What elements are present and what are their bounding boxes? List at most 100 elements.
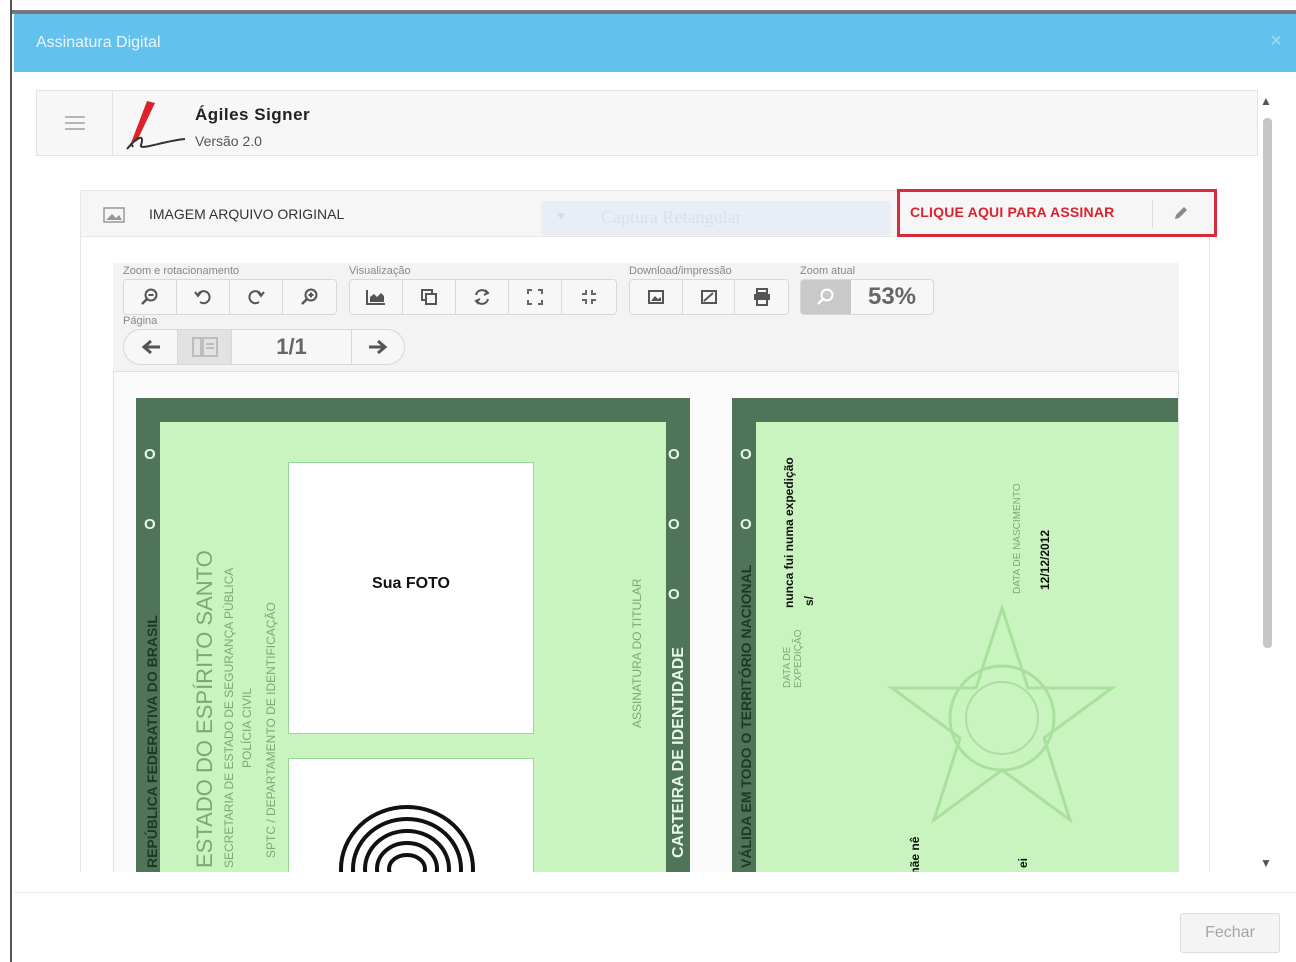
card-hole: O xyxy=(144,516,156,533)
image-download-icon xyxy=(647,290,664,304)
close-icon[interactable]: × xyxy=(1270,30,1282,53)
download-pdf-button[interactable] xyxy=(682,280,736,314)
compress-icon xyxy=(581,290,596,304)
zoom-current-label: Zoom atual xyxy=(800,265,856,277)
pdf-download-icon xyxy=(700,290,717,304)
chart-view-icon xyxy=(366,290,385,305)
zoom-rotate-label: Zoom e rotacionamento xyxy=(123,265,240,277)
close-button[interactable]: Fechar xyxy=(1180,913,1280,953)
page-indicator: 1/1 xyxy=(232,330,352,364)
rotate-right-icon xyxy=(248,290,265,305)
modal-body: Ágiles Signer Versão 2.0 IMAGEM ARQUIVO … xyxy=(36,90,1276,872)
rotate-right-button[interactable] xyxy=(230,280,283,314)
exit-fullscreen-button[interactable] xyxy=(562,280,615,314)
download-image-button[interactable] xyxy=(630,280,683,314)
page-number: 1/1 xyxy=(276,334,307,359)
page-label: Página xyxy=(123,315,158,327)
fullscreen-button[interactable] xyxy=(509,280,562,314)
hamburger-menu-icon[interactable] xyxy=(37,91,113,155)
fit-width-button[interactable] xyxy=(350,280,403,314)
modal-title: Assinatura Digital xyxy=(36,34,161,51)
arrow-left-icon xyxy=(141,339,160,355)
id-card-back: O O VÁLIDA EM TODO O TERRITÓRIO NACIONAL… xyxy=(732,398,1178,872)
print-button[interactable] xyxy=(735,280,788,314)
card-title: CARTEIRA DE IDENTIDADE xyxy=(670,647,687,858)
birth-value: 12/12/2012 xyxy=(1038,529,1052,590)
view-group xyxy=(349,279,617,315)
fingerprint-icon xyxy=(339,805,475,872)
zoom-out-button[interactable] xyxy=(124,280,177,314)
scroll-up-icon[interactable]: ▲ xyxy=(1260,94,1272,108)
duplicate-view-button[interactable] xyxy=(403,280,456,314)
secretariat-text: SECRETARIA DE ESTADO DE SEGURANÇA PÚBLIC… xyxy=(222,567,236,868)
pen-signature-logo-icon xyxy=(126,101,186,150)
sign-here-button[interactable]: CLIQUE AQUI PARA ASSINAR xyxy=(910,204,1114,220)
zoom-out-icon xyxy=(141,288,158,305)
capture-mode-label: Captura Retangular xyxy=(601,207,742,227)
card-hole: O xyxy=(668,446,680,463)
modal-header: Assinatura Digital × xyxy=(14,14,1296,72)
card-hole: O xyxy=(668,516,680,533)
app-header: Ágiles Signer Versão 2.0 xyxy=(36,90,1258,156)
next-page-button[interactable] xyxy=(352,330,404,364)
copy-icon xyxy=(421,289,437,305)
refresh-icon xyxy=(474,289,490,305)
expedition-value: s/ xyxy=(802,595,816,606)
validity-text: VÁLIDA EM TODO O TERRITÓRIO NACIONAL xyxy=(738,564,754,868)
coat-of-arms-emblem xyxy=(887,603,1117,824)
arrow-right-icon xyxy=(369,339,388,355)
vertical-scrollbar[interactable]: ▲ ▼ xyxy=(1258,94,1276,874)
divider xyxy=(1152,200,1153,228)
scroll-thumb[interactable] xyxy=(1263,118,1272,648)
father-name: ei xyxy=(1016,857,1030,868)
pages-icon xyxy=(191,337,218,357)
download-label: Download/impressão xyxy=(629,265,732,277)
pencil-icon[interactable] xyxy=(1172,204,1190,222)
birth-label: DATA DE NASCIMENTO xyxy=(1012,483,1023,594)
id-card-front: O O O O O REPÚBLICA FEDERATIVA DO BRASIL… xyxy=(136,398,690,872)
scroll-down-icon[interactable]: ▼ xyxy=(1260,856,1272,870)
card-hole: O xyxy=(144,446,156,463)
viewer-toolbar: Zoom e rotacionamento Visualização Downl… xyxy=(113,263,1179,371)
expand-icon xyxy=(527,289,543,305)
background-page-edge xyxy=(0,0,12,962)
thumbnails-button[interactable] xyxy=(178,330,232,364)
rotate-left-button[interactable] xyxy=(177,280,230,314)
expedition-label: DATA DE EXPEDIÇÃO xyxy=(782,629,804,688)
mother-name: a mãe nê xyxy=(908,836,922,872)
signature-holder-label: ASSINATURA DO TITULAR xyxy=(630,578,644,728)
download-group xyxy=(629,279,789,315)
view-label: Visualização xyxy=(349,265,411,277)
zoom-icon-cell xyxy=(801,280,851,314)
screen: Assinatura Digital × Ágiles Signer Versã… xyxy=(0,0,1296,962)
app-name: Ágiles Signer xyxy=(195,105,311,124)
refresh-view-button[interactable] xyxy=(456,280,509,314)
zoom-in-button[interactable] xyxy=(283,280,336,314)
digital-signature-modal: Assinatura Digital × Ágiles Signer Versã… xyxy=(14,14,1296,962)
modal-footer: Fechar xyxy=(14,892,1296,962)
sign-action-highlight: CLIQUE AQUI PARA ASSINAR xyxy=(897,189,1217,237)
page-navigator: 1/1 xyxy=(123,329,405,365)
original-file-panel: IMAGEM ARQUIVO ORIGINAL ▼ Captura Retang… xyxy=(80,189,1217,872)
printer-icon xyxy=(753,288,770,306)
capture-mode-select[interactable]: ▼ Captura Retangular xyxy=(541,201,891,235)
card-hole: O xyxy=(668,586,680,603)
department-text: SPTC / DEPARTAMENTO DE IDENTIFICAÇÃO xyxy=(264,602,278,858)
photo-label: Sua FOTO xyxy=(372,575,450,592)
photo-placeholder: Sua FOTO xyxy=(288,462,534,734)
country-text: REPÚBLICA FEDERATIVA DO BRASIL xyxy=(144,615,160,868)
expedition-place: nunca fui numa expedição xyxy=(782,457,796,608)
document-viewer[interactable]: O O O O O REPÚBLICA FEDERATIVA DO BRASIL… xyxy=(113,371,1179,872)
card-hole: O xyxy=(740,516,752,533)
panel-header: IMAGEM ARQUIVO ORIGINAL ▼ Captura Retang… xyxy=(81,189,1217,237)
magnifier-icon xyxy=(817,288,834,305)
zoom-readout: 53% xyxy=(800,279,934,315)
card-hole: O xyxy=(740,446,752,463)
panel-title: IMAGEM ARQUIVO ORIGINAL xyxy=(149,206,345,222)
fingerprint-area xyxy=(288,758,534,872)
app-version: Versão 2.0 xyxy=(195,133,262,149)
zoom-value: 53% xyxy=(867,283,917,310)
state-text: ESTADO DO ESPÍRITO SANTO xyxy=(192,550,217,868)
police-text: POLÍCIA CIVIL xyxy=(240,687,254,768)
previous-page-button[interactable] xyxy=(124,330,178,364)
